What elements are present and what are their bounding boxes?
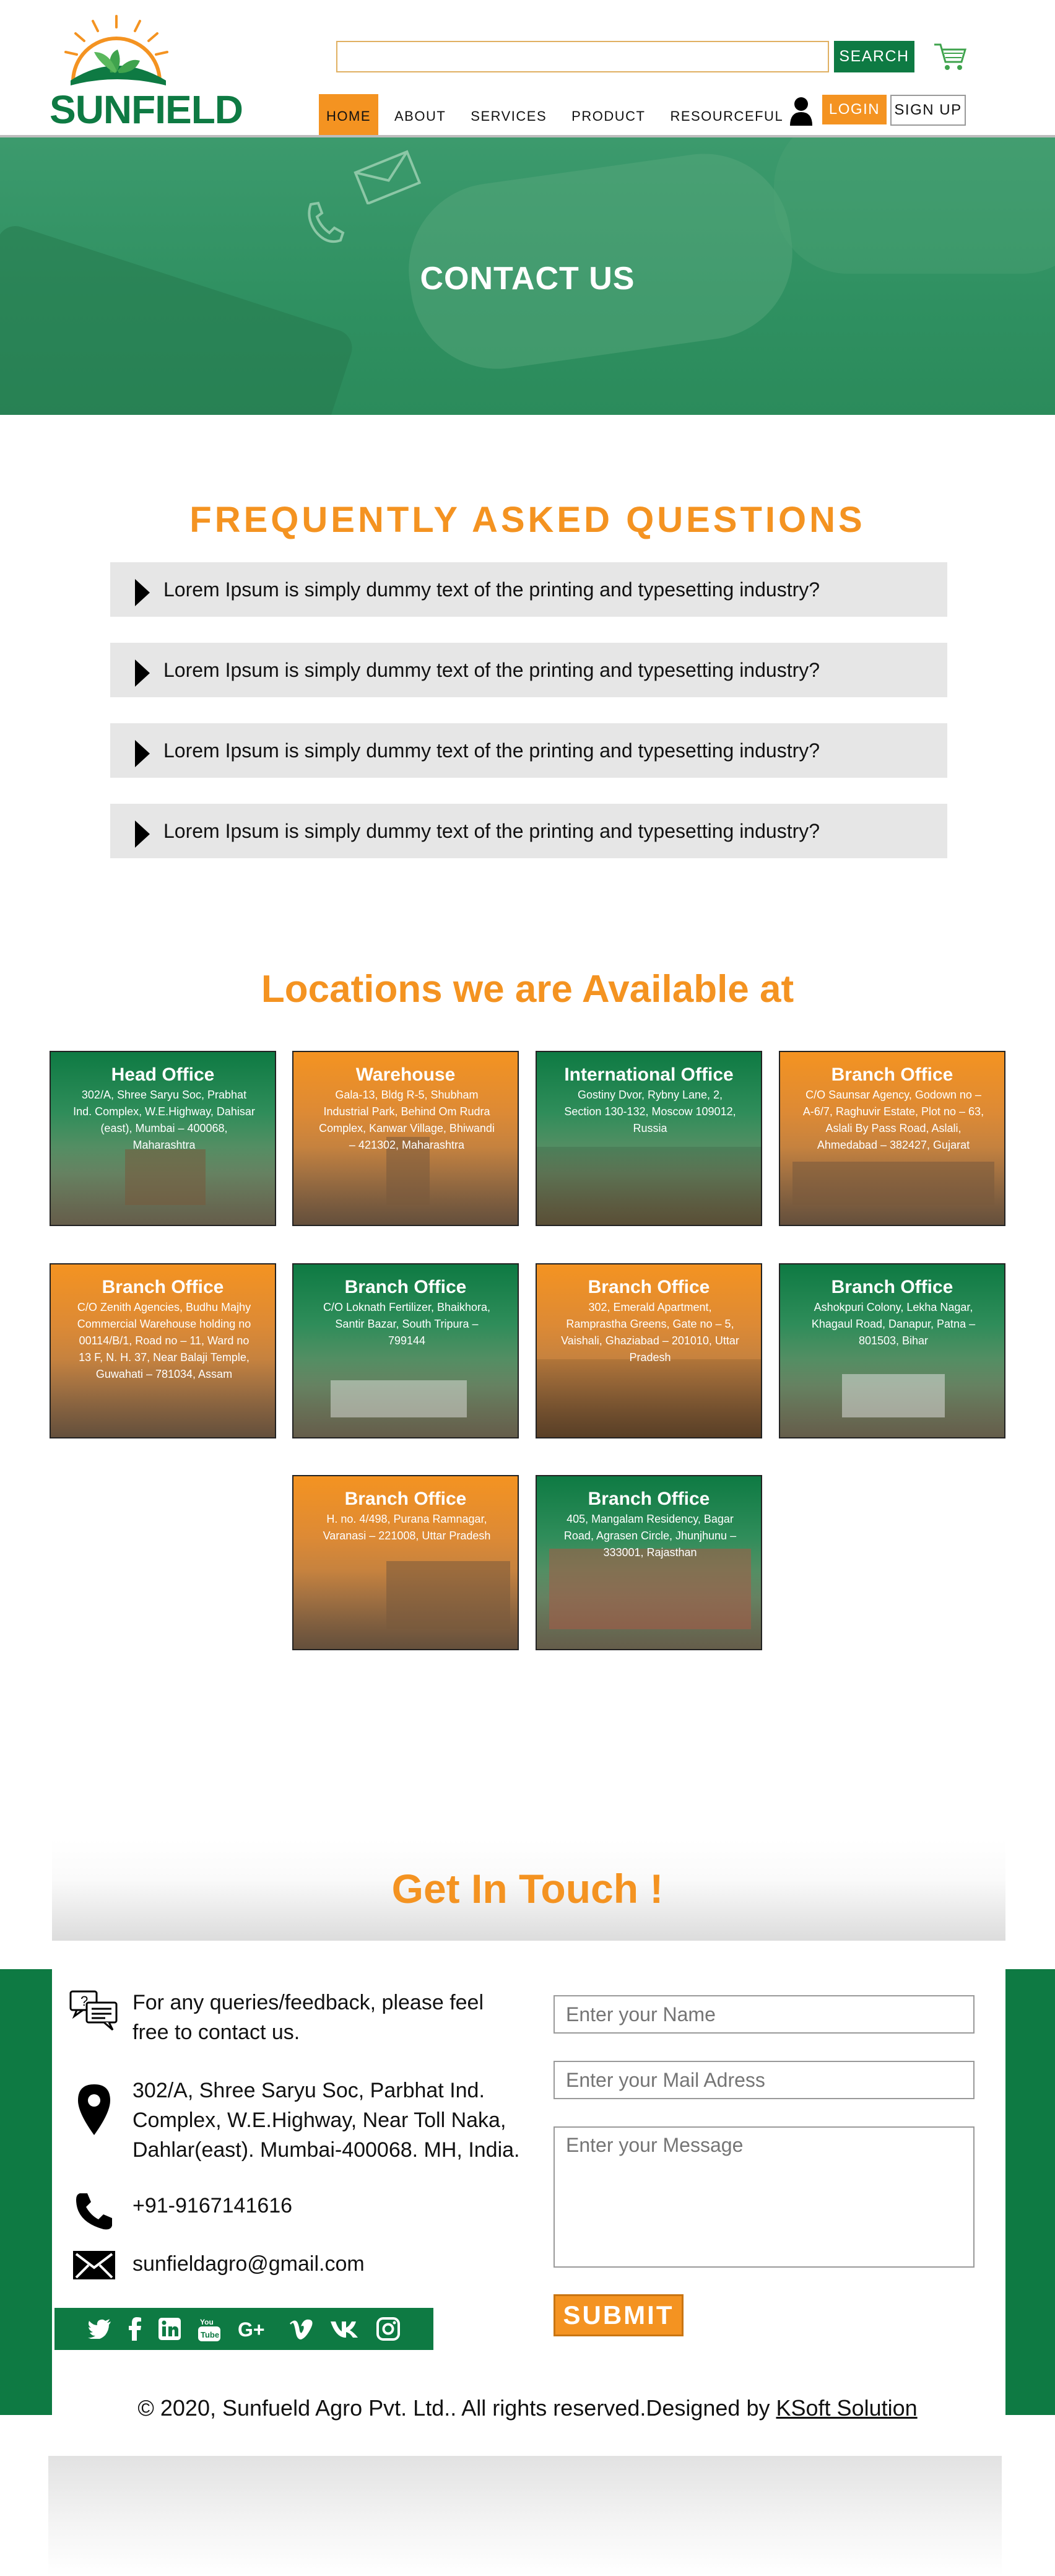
location-card: Branch Office H. no. 4/498, Purana Ramna… xyxy=(292,1475,519,1650)
faq-item[interactable]: Lorem Ipsum is simply dummy text of the … xyxy=(110,804,947,858)
location-card-address: 302/A, Shree Saryu Soc, Prabhat Ind. Com… xyxy=(73,1089,255,1151)
contact-phone-text[interactable]: +91-9167141616 xyxy=(132,2191,292,2221)
hero-banner: CONTACT US xyxy=(0,137,1055,415)
green-band xyxy=(0,1969,52,2415)
contact-phone: +91-9167141616 xyxy=(68,2191,292,2232)
location-card-title: Branch Office xyxy=(344,1277,467,1297)
envelope-icon xyxy=(73,2251,115,2279)
facebook-icon[interactable] xyxy=(129,2317,141,2341)
svg-text:You: You xyxy=(200,2318,214,2326)
email-input[interactable] xyxy=(554,2061,975,2099)
expand-arrow-icon xyxy=(135,820,150,848)
contact-intro: ? For any queries/feedback, please feel … xyxy=(68,1988,516,2047)
faq-title: FREQUENTLY ASKED QUESTIONS xyxy=(189,500,866,540)
search-button[interactable]: SEARCH xyxy=(834,41,914,72)
location-card-address: H. no. 4/498, Purana Ramnagar, Varanasi … xyxy=(323,1513,491,1542)
phone-icon xyxy=(308,201,345,243)
locations-title: Locations we are Available at xyxy=(261,968,794,1011)
nav-product[interactable]: PRODUCT xyxy=(565,94,652,139)
twitter-icon[interactable] xyxy=(88,2319,111,2339)
phone-icon xyxy=(76,2193,112,2230)
main-nav: HOME ABOUT SERVICES PRODUCT RESOURCEFUL xyxy=(319,94,801,139)
location-card-address: Ashokpuri Colony, Lekha Nagar, Khagaul R… xyxy=(811,1301,976,1347)
svg-text:G+: G+ xyxy=(238,2318,265,2340)
faq-item[interactable]: Lorem Ipsum is simply dummy text of the … xyxy=(110,643,947,697)
hero-keyboard-shape xyxy=(0,221,357,415)
location-card-title: Branch Office xyxy=(831,1064,953,1085)
expand-arrow-icon xyxy=(135,740,150,767)
contact-address-text: 302/A, Shree Saryu Soc, Parbhat Ind. Com… xyxy=(132,2079,520,2162)
faq-question: Lorem Ipsum is simply dummy text of the … xyxy=(163,739,820,762)
faq-item[interactable]: Lorem Ipsum is simply dummy text of the … xyxy=(110,723,947,778)
faq-item[interactable]: Lorem Ipsum is simply dummy text of the … xyxy=(110,562,947,617)
nav-home[interactable]: HOME xyxy=(319,94,378,139)
location-card-title: Branch Office xyxy=(344,1489,467,1509)
location-card-title: Head Office xyxy=(111,1064,215,1085)
contact-email: sunfieldagro@gmail.com xyxy=(68,2249,365,2281)
location-card: Branch Office 302, Emerald Apartment, Ra… xyxy=(536,1263,762,1438)
nav-about[interactable]: ABOUT xyxy=(388,94,453,139)
search-input[interactable] xyxy=(336,41,829,72)
location-card-address: 405, Mangalam Residency, Bagar Road, Agr… xyxy=(563,1513,737,1559)
location-card: Head Office 302/A, Shree Saryu Soc, Prab… xyxy=(50,1051,276,1226)
nav-services[interactable]: SERVICES xyxy=(464,94,554,139)
vimeo-icon[interactable] xyxy=(290,2318,313,2339)
submit-button[interactable]: SUBMIT xyxy=(554,2294,684,2336)
social-links: You Tube G+ xyxy=(54,2308,433,2350)
location-card-address: Gostiny Dvor, Rybny Lane, 2, Section 130… xyxy=(564,1089,736,1134)
linkedin-icon[interactable] xyxy=(158,2318,181,2340)
login-button[interactable]: LOGIN xyxy=(822,95,887,124)
user-icon[interactable] xyxy=(789,96,814,126)
faq-question: Lorem Ipsum is simply dummy text of the … xyxy=(163,819,820,842)
bottom-backdrop xyxy=(48,2456,1002,2576)
svg-text:Tube: Tube xyxy=(201,2330,219,2339)
google-plus-icon[interactable]: G+ xyxy=(238,2318,272,2340)
designer-link[interactable]: KSoft Solution xyxy=(776,2395,917,2421)
location-card-address: C/O Zenith Agencies, Budhu Majhy Commerc… xyxy=(77,1301,251,1380)
location-card: Warehouse Gala-13, Bldg R-5, Shubham Ind… xyxy=(292,1051,519,1226)
contact-address: 302/A, Shree Saryu Soc, Parbhat Ind. Com… xyxy=(68,2076,529,2165)
location-card: Branch Office Ashokpuri Colony, Lekha Na… xyxy=(779,1263,1005,1438)
location-card-title: Branch Office xyxy=(588,1489,710,1509)
location-card-address: C/O Loknath Fertilizer, Bhaikhora, Santi… xyxy=(323,1301,491,1347)
location-card-address: C/O Saunsar Agency, Godown no – A-6/7, R… xyxy=(802,1089,984,1151)
green-band xyxy=(1005,1969,1055,2415)
footer-text: © 2020, Sunfueld Agro Pvt. Ltd.. All rig… xyxy=(137,2395,776,2421)
name-input[interactable] xyxy=(554,1995,975,2034)
location-card-title: Branch Office xyxy=(831,1277,953,1297)
brand-name: SUNFIELD xyxy=(50,87,243,132)
location-card: Branch Office C/O Saunsar Agency, Godown… xyxy=(779,1051,1005,1226)
location-card: Branch Office 405, Mangalam Residency, B… xyxy=(536,1475,762,1650)
expand-arrow-icon xyxy=(135,579,150,606)
location-card-title: International Office xyxy=(564,1064,734,1085)
location-card-title: Branch Office xyxy=(588,1277,710,1297)
nav-resourceful[interactable]: RESOURCEFUL xyxy=(663,94,790,139)
expand-arrow-icon xyxy=(135,659,150,687)
location-card-address: 302, Emerald Apartment, Ramprastha Green… xyxy=(561,1301,739,1364)
location-card-title: Branch Office xyxy=(102,1277,224,1297)
chat-icon: ? xyxy=(69,1990,118,2031)
cart-icon[interactable] xyxy=(932,38,968,74)
location-card: Branch Office C/O Zenith Agencies, Budhu… xyxy=(50,1263,276,1438)
faq-question: Lorem Ipsum is simply dummy text of the … xyxy=(163,658,820,681)
contact-intro-text: For any queries/feedback, please feel fr… xyxy=(132,1991,484,2044)
youtube-icon[interactable]: You Tube xyxy=(198,2317,220,2341)
contact-title: Get In Touch ! xyxy=(391,1866,664,1912)
location-card: Branch Office C/O Loknath Fertilizer, Bh… xyxy=(292,1263,519,1438)
mail-icon xyxy=(354,150,422,204)
footer-copyright: © 2020, Sunfueld Agro Pvt. Ltd.. All rig… xyxy=(0,2395,1055,2421)
location-card-title: Warehouse xyxy=(355,1064,456,1085)
vk-icon[interactable] xyxy=(331,2320,359,2338)
contact-email-text[interactable]: sunfieldagro@gmail.com xyxy=(132,2249,365,2279)
location-card: International Office Gostiny Dvor, Rybny… xyxy=(536,1051,762,1226)
hero-hand-shape xyxy=(774,137,1055,274)
page-title: CONTACT US xyxy=(420,261,635,297)
location-pin-icon xyxy=(78,2084,110,2135)
faq-question: Lorem Ipsum is simply dummy text of the … xyxy=(163,578,820,601)
message-textarea[interactable] xyxy=(554,2126,975,2268)
instagram-icon[interactable] xyxy=(376,2317,400,2341)
signup-button[interactable]: SIGN UP xyxy=(890,95,966,126)
location-card-address: Gala-13, Bldg R-5, Shubham Industrial Pa… xyxy=(319,1089,495,1151)
